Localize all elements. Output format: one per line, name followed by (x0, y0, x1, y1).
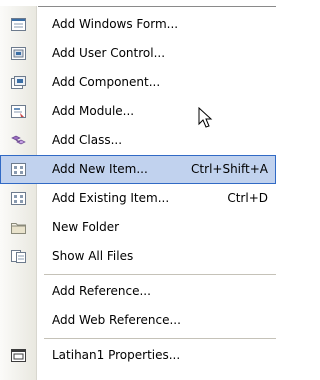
module-icon (11, 105, 26, 118)
menu-item-new-folder[interactable]: New Folder (0, 213, 276, 242)
menu-item-label: Add New Item... (52, 162, 148, 176)
menu-item-properties[interactable]: Latihan1 Properties... (0, 341, 276, 370)
existing-item-icon (11, 192, 26, 205)
menu-item-add-reference[interactable]: Add Reference... (0, 277, 276, 306)
context-menu: Add Windows Form... Add User Control... … (0, 6, 276, 380)
class-icon (11, 135, 26, 145)
menu-top-border (38, 6, 276, 7)
menu-items: Add Windows Form... Add User Control... … (0, 10, 276, 370)
menu-item-label: Add Web Reference... (52, 313, 181, 327)
menu-item-label: Add Reference... (52, 284, 151, 298)
menu-item-add-windows-form[interactable]: Add Windows Form... (0, 10, 276, 39)
menu-item-label: Add Windows Form... (52, 17, 179, 31)
new-item-icon (11, 163, 26, 176)
menu-item-add-existing-item[interactable]: Add Existing Item... Ctrl+D (0, 184, 276, 213)
show-all-files-icon (11, 250, 26, 263)
menu-item-show-all-files[interactable]: Show All Files (0, 242, 276, 271)
menu-item-label: Show All Files (52, 249, 134, 263)
menu-item-label: Add Module... (52, 104, 135, 118)
menu-item-add-user-control[interactable]: Add User Control... (0, 39, 276, 68)
menu-item-label: Add Component... (52, 75, 161, 89)
menu-item-shortcut: Ctrl+Shift+A (191, 162, 268, 176)
menu-item-shortcut: Ctrl+D (227, 191, 268, 205)
menu-item-label: Add Existing Item... (52, 191, 170, 205)
menu-item-add-new-item[interactable]: Add New Item... Ctrl+Shift+A (0, 155, 276, 184)
windows-form-icon (11, 18, 26, 31)
folder-icon (11, 223, 26, 234)
menu-item-label: Latihan1 Properties... (52, 348, 181, 362)
user-control-icon (11, 47, 26, 60)
menu-item-add-web-reference[interactable]: Add Web Reference... (0, 306, 276, 335)
menu-item-label: Add User Control... (52, 46, 166, 60)
component-icon (11, 76, 26, 89)
menu-item-add-class[interactable]: Add Class... (0, 126, 276, 155)
menu-item-add-component[interactable]: Add Component... (0, 68, 276, 97)
menu-item-add-module[interactable]: Add Module... (0, 97, 276, 126)
menu-item-label: New Folder (52, 220, 120, 234)
menu-item-label: Add Class... (52, 133, 123, 147)
mouse-cursor-icon (198, 107, 213, 128)
properties-icon (11, 349, 26, 362)
